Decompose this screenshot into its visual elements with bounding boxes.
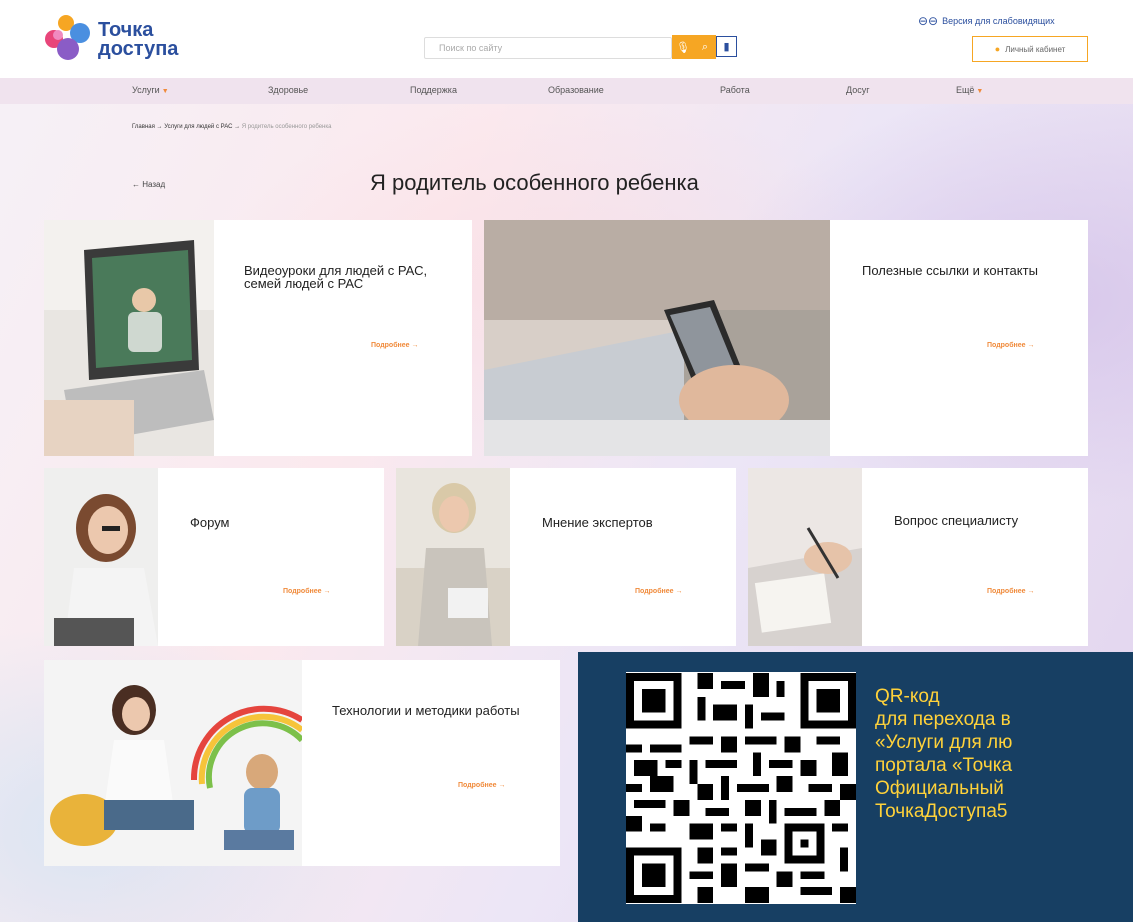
site-header: Точка доступа ⊖⊖ Версия для слабовидящих… xyxy=(0,0,1133,78)
more-link[interactable]: Подробнее → xyxy=(371,342,419,349)
card-title: Мнение экспертов xyxy=(542,515,653,530)
chevron-down-icon: ▼ xyxy=(976,88,984,95)
laptop-video-lesson-image xyxy=(44,220,214,456)
qr-caption: QR-код для перехода в «Услуги для лю пор… xyxy=(875,686,1013,822)
chevron-down-icon: ▼ xyxy=(161,88,169,95)
card-title: Полезные ссылки и контакты xyxy=(862,263,1038,278)
nav-item-leisure[interactable]: Досуг xyxy=(846,85,869,95)
cabinet-label: Личный кабинет xyxy=(1005,44,1066,54)
breadcrumb-home[interactable]: Главная xyxy=(132,124,155,130)
main-nav: Услуги ▼ Здоровье Поддержка Образование Р… xyxy=(0,78,1133,104)
breadcrumb-current: Я родитель особенного ребенка xyxy=(241,124,332,130)
nav-item-support[interactable]: Поддержка xyxy=(410,85,457,95)
nav-item-work[interactable]: Работа xyxy=(720,85,750,95)
card-ask-specialist[interactable]: Вопрос специалисту Подробнее → xyxy=(748,468,1088,646)
nav-item-services[interactable]: Услуги ▼ xyxy=(132,85,169,95)
woman-and-child-image xyxy=(44,660,302,866)
site-logo[interactable]: Точка доступа xyxy=(44,13,194,63)
glasses-icon: ⊖⊖ xyxy=(918,14,939,28)
logo-line-2: доступа xyxy=(98,38,179,60)
more-link[interactable]: Подробнее → xyxy=(987,588,1035,595)
card-title: Технологии и методики работы xyxy=(332,703,520,718)
smiling-expert-woman-image xyxy=(396,468,510,646)
logo-icon xyxy=(45,15,90,60)
low-vision-link[interactable]: ⊖⊖ Версия для слабовидящих xyxy=(918,14,1055,28)
card-video-lessons[interactable]: Видеоуроки для людей с РАС, семей людей … xyxy=(44,220,472,456)
more-link[interactable]: Подробнее → xyxy=(458,782,506,789)
logo-text: Точка доступа xyxy=(98,20,179,60)
back-link[interactable]: ← Назад xyxy=(132,180,165,189)
card-useful-links[interactable]: Полезные ссылки и контакты Подробнее → xyxy=(484,220,1088,456)
card-expert-opinion[interactable]: Мнение экспертов Подробнее → xyxy=(396,468,736,646)
card-title: Форум xyxy=(190,515,230,530)
qr-code-icon[interactable] xyxy=(626,672,856,904)
search-icon[interactable]: ⌕ xyxy=(694,35,716,59)
more-link[interactable]: Подробнее → xyxy=(635,588,683,595)
card-forum[interactable]: Форум Подробнее → xyxy=(44,468,384,646)
card-title: Видеоуроки для людей с РАС, семей людей … xyxy=(244,263,428,291)
user-icon: ● xyxy=(994,44,1001,54)
mic-icon[interactable]: 🎙 xyxy=(672,35,694,59)
breadcrumb: Главная → Услуги для людей с РАС → Я род… xyxy=(132,124,332,130)
nav-item-health[interactable]: Здоровье xyxy=(268,85,308,95)
hands-phone-laptop-image xyxy=(484,220,830,456)
breadcrumb-services-ras[interactable]: Услуги для людей с РАС xyxy=(164,124,232,130)
nav-item-more[interactable]: Ещё ▼ xyxy=(956,85,983,95)
low-vision-label: Версия для слабовидящих xyxy=(942,16,1055,26)
more-link[interactable]: Подробнее → xyxy=(987,342,1035,349)
card-title: Вопрос специалисту xyxy=(894,513,1019,528)
card-technologies[interactable]: Технологии и методики работы Подробнее → xyxy=(44,660,560,866)
woman-with-laptop-image xyxy=(44,468,158,646)
more-link[interactable]: Подробнее → xyxy=(283,588,331,595)
page-title: Я родитель особенного ребенка xyxy=(370,170,699,195)
specialist-writing-image xyxy=(748,468,862,646)
search-input[interactable]: Поиск по сайту xyxy=(424,37,672,59)
personal-cabinet-button[interactable]: ● Личный кабинет xyxy=(972,36,1088,62)
book-icon[interactable]: ▮ xyxy=(716,36,737,57)
nav-item-education[interactable]: Образование xyxy=(548,85,604,95)
